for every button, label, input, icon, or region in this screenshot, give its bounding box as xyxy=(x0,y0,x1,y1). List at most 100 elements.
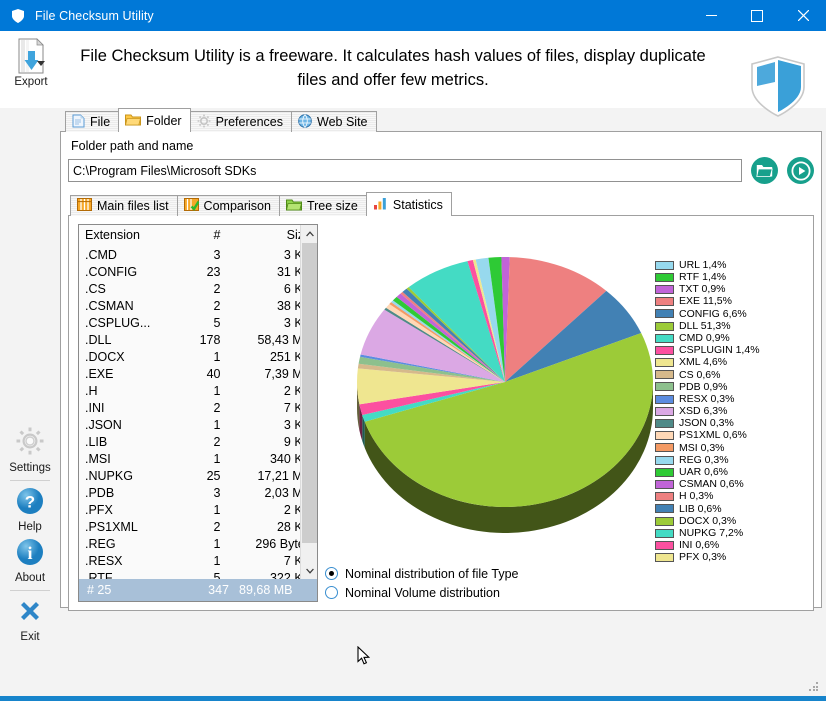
legend-label: MSI 0,3% xyxy=(679,441,725,454)
close-button[interactable] xyxy=(780,0,826,31)
legend-swatch xyxy=(655,272,674,282)
table-row[interactable]: .DOCX 1 251 KB xyxy=(79,348,317,365)
tab-web-site[interactable]: Web Site xyxy=(291,111,377,132)
table-row[interactable]: .REG 1 296 Bytes xyxy=(79,535,317,552)
table-total-row[interactable]: # 25 347 89,68 MB xyxy=(79,579,317,601)
svg-text:i: i xyxy=(27,543,32,563)
scrollbar-thumb[interactable] xyxy=(302,243,317,543)
legend-swatch xyxy=(655,479,674,489)
folder-path-label: Folder path and name xyxy=(71,139,194,153)
total-size: 89,68 MB xyxy=(239,583,293,597)
extension-table-grid: Extension # Size .CMD 3 3 KB .CONFIG 23 31 KB… xyxy=(79,225,317,579)
cell-count: 5 xyxy=(213,315,221,330)
tab-comparison[interactable]: Comparison xyxy=(176,195,280,216)
radio-indicator[interactable] xyxy=(325,586,338,599)
radio-indicator[interactable] xyxy=(325,567,338,580)
cell-count: 1 xyxy=(213,502,221,517)
scroll-up-arrow[interactable] xyxy=(301,225,317,242)
column-header-count[interactable]: # xyxy=(182,225,227,246)
radio-nominal-volume-distribution[interactable]: Nominal Volume distribution xyxy=(325,583,518,602)
table-row[interactable]: .EXE 40 7,39 MB xyxy=(79,365,317,382)
legend-label: TXT 0,9% xyxy=(679,283,726,296)
table-row[interactable]: .JSON 1 3 KB xyxy=(79,416,317,433)
table-row[interactable]: .CMD 3 3 KB xyxy=(79,246,317,263)
table-row[interactable]: .CONFIG 23 31 KB xyxy=(79,263,317,280)
table-row[interactable]: .PDB 3 2,03 MB xyxy=(79,484,317,501)
tab-folder[interactable]: Folder xyxy=(118,108,191,132)
table-row[interactable]: .NUPKG 25 17,21 MB xyxy=(79,467,317,484)
table-row[interactable]: .INI 2 7 KB xyxy=(79,399,317,416)
sidebar-item-about[interactable]: i About xyxy=(0,538,60,584)
legend-item: CMD 0,9% xyxy=(655,332,801,344)
minimize-button[interactable] xyxy=(688,0,734,31)
app-tagline: File Checksum Utility is a freeware. It … xyxy=(80,47,706,89)
extension-table: Extension # Size .CMD 3 3 KB .CONFIG 23 31 KB… xyxy=(79,225,317,579)
legend-label: CS 0,6% xyxy=(679,368,721,381)
export-dropdown-caret[interactable] xyxy=(37,61,45,66)
table-row[interactable]: .CSPLUG... 5 3 KB xyxy=(79,314,317,331)
sidebar-item-label: Settings xyxy=(9,462,51,474)
cell-extension: .DOCX xyxy=(85,349,125,364)
resize-grip[interactable] xyxy=(809,682,819,692)
export-button[interactable]: Export xyxy=(3,34,59,104)
info-circle-icon: i xyxy=(16,538,44,571)
legend-label: CSMAN 0,6% xyxy=(679,478,744,491)
pie-chart[interactable] xyxy=(335,242,675,562)
outer-tabstrip: File Folder Preferences Web Site xyxy=(60,108,822,132)
folder-path-input[interactable] xyxy=(68,159,742,182)
cell-extension: .CSPLUG... xyxy=(85,315,151,330)
cell-count: 2 xyxy=(213,519,221,534)
export-label: Export xyxy=(14,76,48,88)
legend-swatch xyxy=(655,297,674,307)
table-row[interactable]: .DLL 178 58,43 MB xyxy=(79,331,317,348)
tab-file[interactable]: File xyxy=(65,111,120,132)
legend-swatch xyxy=(655,540,674,550)
cell-extension: .PDB xyxy=(85,485,115,500)
export-icon xyxy=(14,37,48,75)
cell-extension: .CS xyxy=(85,281,106,296)
bar-chart-icon xyxy=(373,197,388,213)
table-row[interactable]: .RESX 1 7 KB xyxy=(79,552,317,569)
sidebar-item-help[interactable]: ? Help xyxy=(0,487,60,533)
legend-item: CONFIG 6,6% xyxy=(655,308,801,320)
table-row[interactable]: .LIB 2 9 KB xyxy=(79,433,317,450)
sidebar-item-exit[interactable]: Exit xyxy=(0,597,60,643)
maximize-button[interactable] xyxy=(734,0,780,31)
legend-swatch xyxy=(655,345,674,355)
table-row[interactable]: .PS1XML 2 28 KB xyxy=(79,518,317,535)
main-panel: File Folder Preferences Web Site Folder … xyxy=(60,108,822,693)
table-row[interactable]: .MSI 1 340 KB xyxy=(79,450,317,467)
tab-statistics[interactable]: Statistics xyxy=(365,192,452,216)
table-row[interactable]: .CS 2 6 KB xyxy=(79,280,317,297)
tab-tree-size[interactable]: Tree size xyxy=(278,195,367,216)
legend-item: CS 0,6% xyxy=(655,369,801,381)
cell-extension: .PS1XML xyxy=(85,519,138,534)
run-scan-button[interactable] xyxy=(787,157,814,184)
legend-label: URL 1,4% xyxy=(679,258,727,271)
cell-count: 178 xyxy=(199,332,221,347)
legend-label: RESX 0,3% xyxy=(679,392,735,405)
sidebar-item-settings[interactable]: Settings xyxy=(0,426,60,474)
cell-extension: .NUPKG xyxy=(85,468,133,483)
scroll-down-arrow[interactable] xyxy=(301,562,317,579)
tab-preferences[interactable]: Preferences xyxy=(189,111,292,132)
legend-label: CMD 0,9% xyxy=(679,331,730,344)
table-row[interactable]: .RTF 5 322 KB xyxy=(79,569,317,580)
legend-item: XSD 6,3% xyxy=(655,405,801,417)
column-header-extension[interactable]: Extension xyxy=(79,225,183,246)
legend-item: REG 0,3% xyxy=(655,454,801,466)
table-row[interactable]: .CSMAN 2 38 KB xyxy=(79,297,317,314)
browse-folder-button[interactable] xyxy=(751,157,778,184)
legend-item: XML 4,6% xyxy=(655,357,801,369)
table-vertical-scrollbar[interactable] xyxy=(300,225,317,579)
table-row[interactable]: .H 1 2 KB xyxy=(79,382,317,399)
gear-icon xyxy=(15,426,45,461)
chart-area: URL 1,4% RTF 1,4% TXT 0,9% EXE 11,5% CONFIG … xyxy=(325,224,809,604)
legend-item: PS1XML 0,6% xyxy=(655,430,801,442)
compare-icon xyxy=(183,198,200,214)
statistics-pane: Extension # Size .CMD 3 3 KB .CONFIG 23 31 KB… xyxy=(68,215,814,611)
table-row[interactable]: .PFX 1 2 KB xyxy=(79,501,317,518)
svg-text:?: ? xyxy=(25,493,35,512)
tab-main-files-list[interactable]: Main files list xyxy=(70,195,178,216)
radio-nominal-distribution-of-file-type[interactable]: Nominal distribution of file Type xyxy=(325,564,518,583)
